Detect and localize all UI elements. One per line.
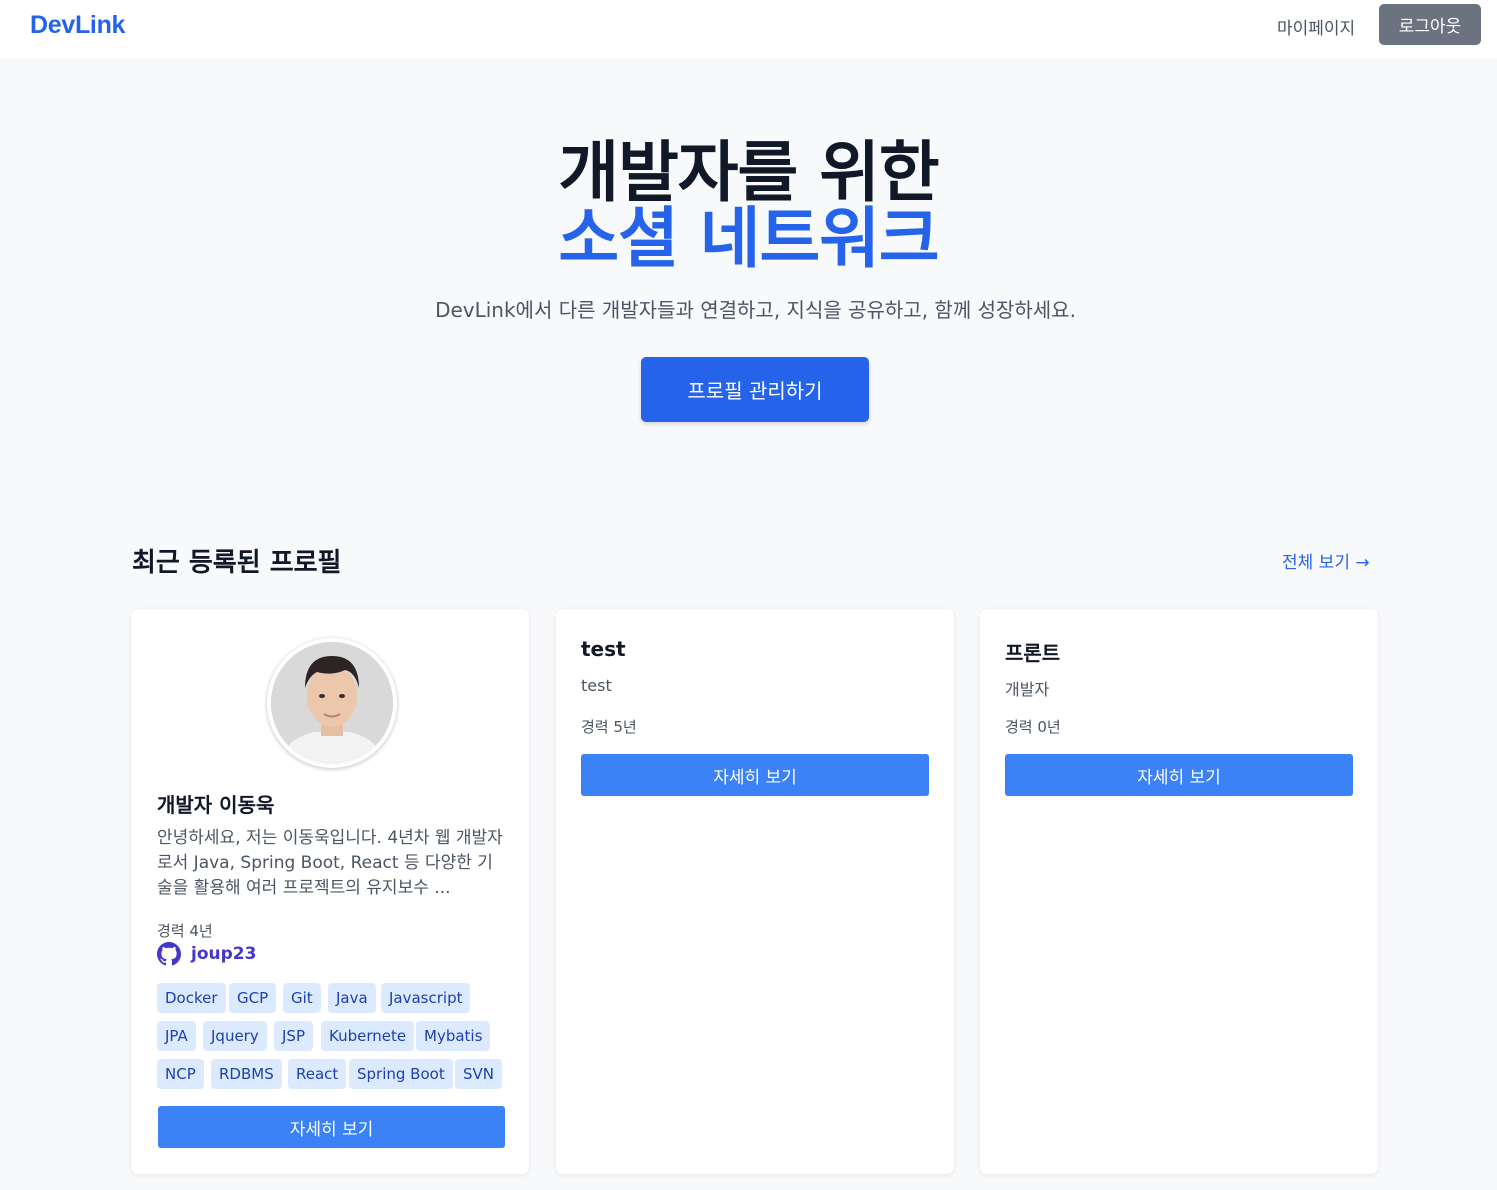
detail-button[interactable]: 자세히 보기 [1005,754,1353,796]
github-icon [157,942,181,966]
skill-tag: Java [328,983,376,1013]
skill-tag: JPA [157,1021,196,1051]
profile-role: 개발자 [1005,680,1050,699]
profile-name: test [581,637,626,661]
profile-card: 개발자 이동욱 안녕하세요, 저는 이동욱입니다. 4년차 웹 개발자로서 Ja… [131,609,529,1174]
profile-name: 프론트 [1005,641,1061,665]
hero-subtitle: DevLink에서 다른 개발자들과 연결하고, 지식을 공유하고, 함께 성장… [435,298,1076,322]
skill-tag: SVN [455,1059,503,1089]
skill-tag: Javascript [381,983,471,1013]
skill-tag: Mybatis [416,1021,491,1051]
view-all-link[interactable]: 전체 보기 → [1282,548,1370,573]
skill-tag: Spring Boot [349,1059,453,1089]
github-username: joup23 [191,944,257,964]
manage-profile-button[interactable]: 프로필 관리하기 [641,357,869,422]
skill-tag: Jquery [203,1021,267,1051]
detail-button[interactable]: 자세히 보기 [581,754,929,796]
profile-experience: 경력 4년 [157,922,213,940]
avatar-portrait-icon [271,642,393,764]
logo[interactable]: DevLink [30,11,125,40]
skill-tag: GCP [229,983,277,1013]
profile-name: 개발자 이동욱 [157,793,275,817]
detail-button[interactable]: 자세히 보기 [158,1106,505,1148]
profile-card: 프론트 개발자 경력 0년 자세히 보기 [980,609,1378,1174]
skill-tag: Git [283,983,321,1013]
mypage-link[interactable]: 마이페이지 [1277,14,1355,39]
profile-bio: 안녕하세요, 저는 이동욱입니다. 4년차 웹 개발자로서 Java, Spri… [157,828,503,898]
skill-tag: Kubernete [321,1021,415,1051]
hero-title-highlight: 소셜 네트워크 [558,200,939,277]
skill-tag: Docker [157,983,226,1013]
logout-button[interactable]: 로그아웃 [1379,4,1481,45]
section-title: 최근 등록된 프로필 [132,548,342,578]
skill-tag: NCP [157,1059,204,1089]
skill-tag: RDBMS [211,1059,282,1089]
skill-tag: JSP [274,1021,313,1051]
navbar: DevLink 마이페이지 로그아웃 [0,0,1497,58]
profile-experience: 경력 0년 [1005,718,1061,736]
profile-role: test [581,676,612,695]
profile-experience: 경력 5년 [581,718,637,736]
hero-title: 개발자를 위한 [558,134,939,211]
avatar [267,638,397,768]
skill-tag: React [288,1059,347,1089]
profile-card: test test 경력 5년 자세히 보기 [556,609,954,1174]
